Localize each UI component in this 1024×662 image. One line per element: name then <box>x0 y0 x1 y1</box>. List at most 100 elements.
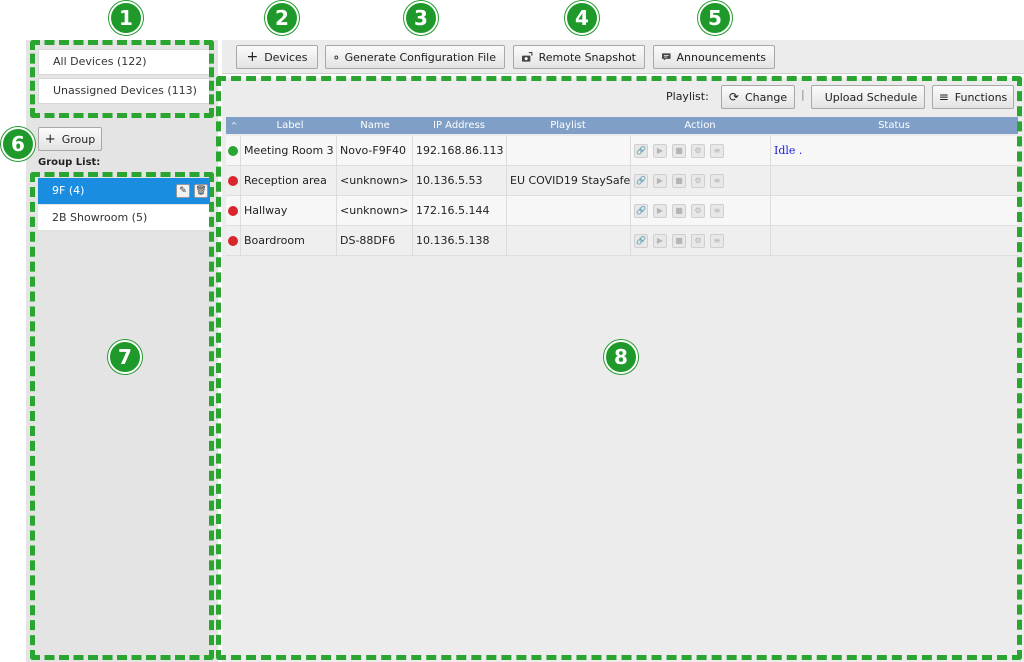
cell-name: <unknown> <box>340 204 409 217</box>
upload-schedule-label: Upload Schedule <box>824 90 918 104</box>
cell-name: Novo-F9F40 <box>340 144 407 157</box>
callout-8: 8 <box>604 340 638 374</box>
cell-label: Reception area <box>244 174 327 187</box>
add-group-button[interactable]: + Group <box>38 127 102 151</box>
add-group-label: Group <box>61 132 96 146</box>
column-separator <box>770 226 771 256</box>
functions-button[interactable]: ≡ Functions <box>932 85 1014 109</box>
link-icon[interactable]: 🔗 <box>634 234 648 248</box>
add-devices-label: Devices <box>264 50 308 64</box>
cell-name: <unknown> <box>340 174 409 187</box>
settings-icon[interactable]: ⚙ <box>691 174 705 188</box>
message-icon <box>662 53 671 61</box>
generate-config-label: Generate Configuration File <box>344 50 496 64</box>
cell-ip-address: 10.136.5.53 <box>416 174 483 187</box>
column-header-status[interactable]: Status <box>770 117 1018 134</box>
callout-2: 2 <box>265 1 299 35</box>
add-devices-button[interactable]: + Devices <box>236 45 318 69</box>
column-separator <box>240 166 241 196</box>
column-separator <box>412 226 413 256</box>
unassigned-devices-label: Unassigned Devices (113) <box>53 84 197 97</box>
refresh-icon: ⟳ <box>728 90 739 104</box>
column-separator <box>336 226 337 256</box>
sort-caret-icon[interactable]: ^ <box>228 117 240 134</box>
column-separator <box>506 136 507 166</box>
column-separator <box>630 166 631 196</box>
column-header-ip[interactable]: IP Address <box>412 117 506 134</box>
cell-ip-address: 172.16.5.144 <box>416 204 490 217</box>
remote-snapshot-button[interactable]: Remote Snapshot <box>513 45 645 69</box>
column-header-playlist[interactable]: Playlist <box>506 117 630 134</box>
stop-icon[interactable]: ■ <box>672 144 686 158</box>
link-icon[interactable]: 🔗 <box>634 204 648 218</box>
list-icon[interactable]: ≡ <box>710 174 724 188</box>
play-icon[interactable]: ▶ <box>653 144 667 158</box>
stop-icon[interactable]: ■ <box>672 174 686 188</box>
column-separator <box>240 136 241 166</box>
column-header-label[interactable]: Label <box>242 117 338 134</box>
column-separator <box>336 136 337 166</box>
column-separator <box>412 136 413 166</box>
settings-icon[interactable]: ⚙ <box>691 234 705 248</box>
column-separator <box>336 166 337 196</box>
column-separator <box>630 226 631 256</box>
column-separator <box>770 136 771 166</box>
status-dot-icon <box>228 176 238 186</box>
camera-icon <box>522 51 533 62</box>
table-row[interactable]: Boardroom DS-88DF6 10.136.5.138 🔗 ▶ ■ ⚙ ≡ <box>226 226 1018 256</box>
stop-icon[interactable]: ■ <box>672 234 686 248</box>
table-header: ^ Label Name IP Address Playlist Action … <box>226 117 1018 134</box>
table-row[interactable]: Reception area <unknown> 10.136.5.53 EU COV… <box>226 166 1018 196</box>
announcements-label: Announcements <box>676 50 766 64</box>
change-button[interactable]: ⟳ Change <box>721 85 795 109</box>
trash-icon[interactable]: 🗑 <box>194 184 208 198</box>
column-separator <box>412 166 413 196</box>
table-row[interactable]: Meeting Room 3 Novo-F9F40 192.168.86.113 Id… <box>226 136 1018 166</box>
edit-icon[interactable]: ✎ <box>176 184 190 198</box>
group-item-label: 9F (4) <box>52 184 85 197</box>
change-label: Change <box>744 90 788 104</box>
remote-snapshot-label: Remote Snapshot <box>538 50 636 64</box>
column-separator <box>506 166 507 196</box>
link-icon[interactable]: 🔗 <box>634 174 648 188</box>
cell-label: Hallway <box>244 204 288 217</box>
cell-label: Meeting Room 3 <box>244 144 334 157</box>
column-header-name[interactable]: Name <box>338 117 412 134</box>
column-separator <box>506 196 507 226</box>
column-separator <box>240 196 241 226</box>
announcements-button[interactable]: Announcements <box>653 45 775 69</box>
column-separator <box>336 196 337 226</box>
callout-6: 6 <box>1 127 35 161</box>
functions-label: Functions <box>954 90 1008 104</box>
play-icon[interactable]: ▶ <box>653 234 667 248</box>
settings-icon[interactable]: ⚙ <box>691 144 705 158</box>
settings-icon[interactable]: ⚙ <box>691 204 705 218</box>
cell-playlist: EU COVID19 StaySafe <box>510 174 631 187</box>
status-dot-icon <box>228 206 238 216</box>
stop-icon[interactable]: ■ <box>672 204 686 218</box>
group-item-9f[interactable]: 9F (4) ✎ 🗑 <box>38 178 210 204</box>
group-item-2b-showroom[interactable]: 2B Showroom (5) <box>38 205 210 231</box>
column-header-action[interactable]: Action <box>630 117 770 134</box>
list-icon[interactable]: ≡ <box>710 144 724 158</box>
cell-status: Idle . <box>774 144 803 157</box>
cell-label: Boardroom <box>244 234 305 247</box>
list-icon[interactable]: ≡ <box>710 204 724 218</box>
plus-icon: + <box>246 49 259 65</box>
table-row[interactable]: Hallway <unknown> 172.16.5.144 🔗 ▶ ■ ⚙ ≡ <box>226 196 1018 226</box>
upload-schedule-button[interactable]: Upload Schedule <box>811 85 925 109</box>
plus-icon: + <box>44 131 56 147</box>
callout-7: 7 <box>108 340 142 374</box>
unassigned-devices-item[interactable]: Unassigned Devices (113) <box>38 78 210 104</box>
cell-ip-address: 10.136.5.138 <box>416 234 490 247</box>
list-icon[interactable]: ≡ <box>710 234 724 248</box>
all-devices-item[interactable]: All Devices (122) <box>38 49 210 75</box>
cell-name: DS-88DF6 <box>340 234 396 247</box>
callout-4: 4 <box>565 1 599 35</box>
toolbar-divider: | <box>801 88 805 101</box>
column-separator <box>770 196 771 226</box>
play-icon[interactable]: ▶ <box>653 174 667 188</box>
play-icon[interactable]: ▶ <box>653 204 667 218</box>
link-icon[interactable]: 🔗 <box>634 144 648 158</box>
generate-config-button[interactable]: Generate Configuration File <box>325 45 505 69</box>
